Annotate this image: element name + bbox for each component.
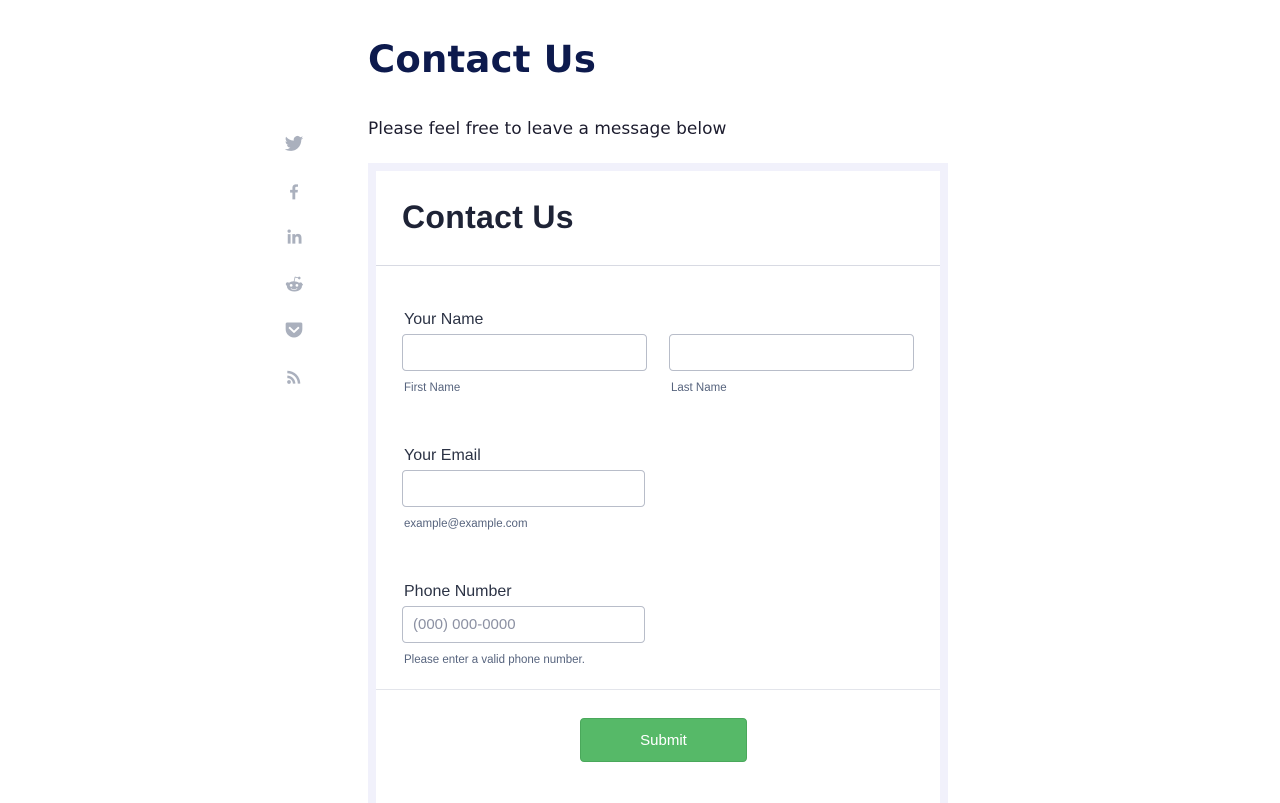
submit-button[interactable]: Submit bbox=[580, 718, 747, 762]
email-label: Your Email bbox=[404, 447, 481, 464]
first-name-input[interactable] bbox=[402, 334, 647, 371]
form-embed-frame: Contact Us Your Name First Name Last Nam… bbox=[368, 163, 948, 803]
contact-form: Contact Us Your Name First Name Last Nam… bbox=[376, 171, 940, 803]
last-name-input[interactable] bbox=[669, 334, 914, 371]
email-input[interactable] bbox=[402, 470, 645, 507]
twitter-icon[interactable] bbox=[280, 130, 308, 158]
phone-label: Phone Number bbox=[404, 583, 512, 600]
page-title: Contact Us bbox=[368, 38, 597, 81]
page-intro-text: Please feel free to leave a message belo… bbox=[368, 119, 727, 139]
reddit-icon[interactable] bbox=[280, 270, 308, 298]
phone-input[interactable] bbox=[402, 606, 645, 643]
email-sublabel: example@example.com bbox=[404, 518, 528, 530]
first-name-sublabel: First Name bbox=[404, 382, 461, 394]
form-divider bbox=[376, 689, 940, 690]
linkedin-icon[interactable] bbox=[280, 223, 308, 251]
pocket-icon[interactable] bbox=[280, 316, 308, 344]
name-label: Your Name bbox=[404, 311, 484, 328]
last-name-sublabel: Last Name bbox=[671, 382, 727, 394]
facebook-icon[interactable] bbox=[280, 177, 308, 205]
phone-sublabel: Please enter a valid phone number. bbox=[404, 654, 585, 666]
form-title: Contact Us bbox=[402, 199, 574, 235]
social-share-bar bbox=[280, 130, 308, 409]
form-header: Contact Us bbox=[376, 171, 940, 266]
rss-icon[interactable] bbox=[280, 363, 308, 391]
